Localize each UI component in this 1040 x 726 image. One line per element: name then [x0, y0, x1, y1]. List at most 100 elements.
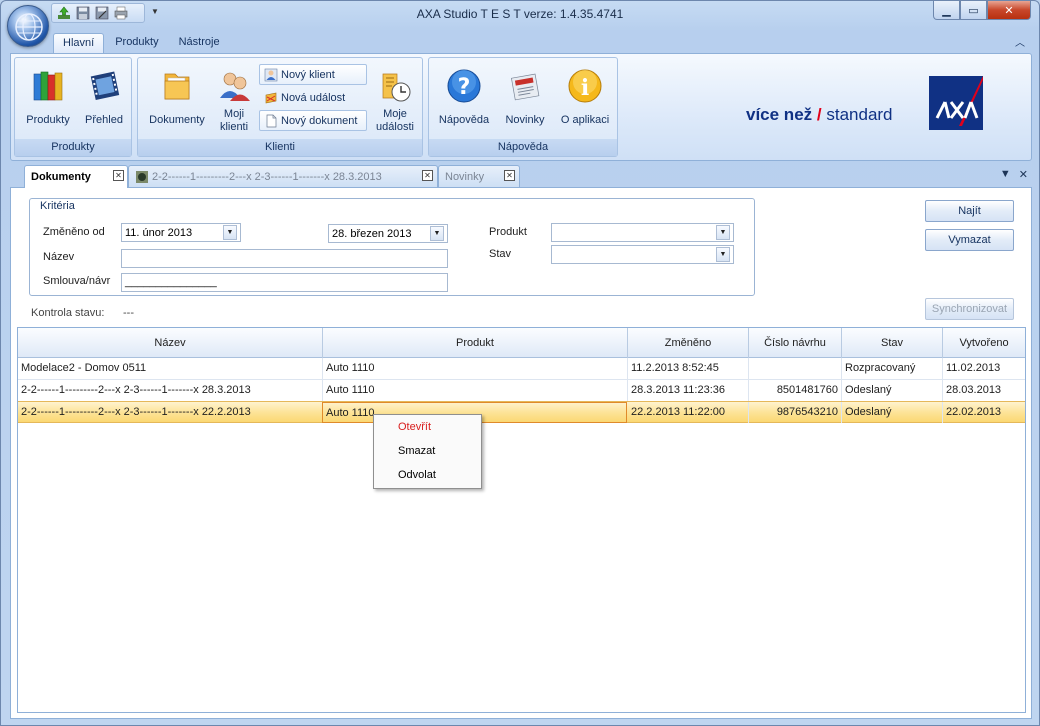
document-tab-icon [136, 170, 148, 183]
chevron-down-icon[interactable]: ▼ [716, 247, 730, 262]
ribbon-tab-nastroje[interactable]: Nástroje [170, 33, 229, 53]
axa-logo [929, 76, 983, 130]
context-menu: Otevřít Smazat Odvolat [373, 414, 482, 489]
sync-button[interactable]: Synchronizovat [925, 298, 1014, 320]
status-check-label: Kontrola stavu: [31, 307, 105, 319]
app-window: ▼ AXA Studio T E S T verze: 1.4.35.4741 … [0, 0, 1040, 726]
novy-klient-label: Nový klient [281, 68, 335, 81]
globe-icon [15, 13, 43, 41]
column-header-number[interactable]: Číslo návrhu [749, 328, 842, 358]
books-icon [33, 71, 63, 101]
svg-text:?: ? [458, 75, 471, 100]
chevron-down-icon[interactable]: ▼ [223, 225, 237, 240]
column-header-state[interactable]: Stav [842, 328, 943, 358]
tab-novinky[interactable]: Novinky ✕ [438, 165, 520, 187]
slogan-slash: / [816, 105, 822, 124]
ribbon-tabs: Hlavní Produkty Nástroje [53, 33, 231, 53]
changed-to-value: 28. březen 2013 [332, 227, 412, 240]
clear-button[interactable]: Vymazat [925, 229, 1014, 251]
close-icon[interactable]: ✕ [113, 170, 124, 181]
ribbon-collapse-icon[interactable]: ︿ [1015, 34, 1025, 49]
product-label: Produkt [489, 226, 527, 238]
moji-klienti-button[interactable]: Moji klienti [212, 62, 256, 134]
table-row[interactable]: Modelace2 - Domov 0511 Auto 1110 11.2.20… [18, 358, 1025, 380]
tab-document-2-label: 2-2------1---------2---x 2-3------1-----… [152, 170, 382, 183]
novy-dokument-button[interactable]: Nový dokument [259, 110, 367, 131]
prehled-button[interactable]: Přehled [79, 62, 129, 127]
menu-item-delete[interactable]: Smazat [374, 439, 481, 463]
tab-novinky-label: Novinky [445, 170, 485, 183]
minimize-button[interactable]: ▁ [933, 1, 960, 20]
ribbon-tab-hlavni[interactable]: Hlavní [53, 33, 105, 53]
tab-tools: ▼ ✕ [1000, 168, 1028, 181]
product-select[interactable]: ▼ [551, 223, 734, 242]
group-label-klienti: Klienti [138, 139, 422, 156]
close-button[interactable]: ✕ [987, 1, 1031, 20]
cell-state: Odeslaný [842, 380, 943, 401]
brand-slogan: více než / standard [746, 105, 893, 125]
column-header-name[interactable]: Název [18, 328, 323, 358]
novy-klient-button[interactable]: Nový klient [259, 64, 367, 85]
documents-grid: Název Produkt Změněno Číslo návrhu Stav … [17, 327, 1026, 713]
cell-number: 8501481760 [749, 380, 842, 401]
close-all-tabs-icon[interactable]: ✕ [1019, 168, 1028, 181]
help-icon: ? [447, 69, 481, 103]
column-header-changed[interactable]: Změněno [628, 328, 749, 358]
state-select[interactable]: ▼ [551, 245, 734, 264]
new-document-icon [266, 114, 277, 127]
novinky-button[interactable]: Novinky [499, 62, 551, 127]
napoveda-button[interactable]: ? Nápověda [435, 62, 493, 127]
cell-state: Rozpracovaný [842, 358, 943, 379]
news-icon [511, 73, 540, 101]
novy-dokument-label: Nový dokument [281, 114, 358, 127]
documents-panel: Kritéria Změněno od 11. únor 2013 ▼ 28. … [10, 187, 1032, 719]
column-header-created[interactable]: Vytvořeno [943, 328, 1025, 358]
o-aplikaci-button-label: O aplikaci [560, 114, 610, 126]
slogan-part2: standard [826, 105, 893, 124]
chevron-down-icon[interactable]: ▼ [716, 225, 730, 240]
tab-list-dropdown-icon[interactable]: ▼ [1000, 168, 1011, 181]
status-check-value: --- [123, 307, 134, 319]
cell-created: 22.02.2013 [946, 406, 1002, 418]
cell-name: 2-2------1---------2---x 2-3------1-----… [18, 380, 323, 401]
dokumenty-button[interactable]: Dokumenty [144, 62, 210, 127]
table-row-selected[interactable]: 2-2------1---------2---x 2-3------1-----… [18, 401, 1025, 423]
table-row[interactable]: 2-2------1---------2---x 2-3------1-----… [18, 380, 1025, 402]
cell-created: 28.03.2013 [946, 384, 1002, 396]
moje-udalosti-button[interactable]: Moje události [370, 62, 420, 134]
contract-input[interactable]: _______________ [121, 273, 448, 292]
maximize-button[interactable]: ▭ [960, 1, 987, 20]
chevron-down-icon[interactable]: ▼ [430, 226, 444, 241]
info-icon: i [568, 69, 602, 103]
produkty-button[interactable]: Produkty [23, 62, 73, 127]
nova-udalost-button[interactable]: Nová událost [259, 87, 367, 108]
o-aplikaci-button[interactable]: i O aplikaci [555, 62, 615, 127]
name-label: Název [43, 251, 75, 263]
cell-state: Odeslaný [842, 402, 943, 423]
tab-dokumenty[interactable]: Dokumenty ✕ [24, 165, 128, 188]
menu-item-open[interactable]: Otevřít [374, 415, 481, 439]
close-icon[interactable]: ✕ [504, 170, 515, 181]
new-user-icon [264, 68, 278, 81]
cell-changed: 28.3.2013 11:23:36 [628, 380, 749, 401]
menu-item-withdraw[interactable]: Odvolat [374, 463, 481, 487]
grid-header: Název Produkt Změněno Číslo návrhu Stav … [18, 328, 1025, 358]
changed-from-date-picker[interactable]: 11. únor 2013 ▼ [121, 223, 241, 242]
close-icon[interactable]: ✕ [422, 170, 433, 181]
cell-number: 9876543210 [749, 402, 842, 423]
name-input[interactable] [121, 249, 448, 268]
cell-product: Auto 1110 [323, 380, 628, 401]
nova-udalost-label: Nová událost [281, 91, 346, 104]
tab-document-2[interactable]: 2-2------1---------2---x 2-3------1-----… [128, 165, 438, 187]
contract-label: Smlouva/návr [43, 275, 111, 287]
folder-icon [164, 73, 190, 100]
svg-text:i: i [581, 75, 589, 101]
ribbon-group-produkty: Produkty Přehled Produkty [14, 57, 132, 157]
find-button[interactable]: Najít [925, 200, 1014, 222]
changed-to-date-picker[interactable]: 28. březen 2013 ▼ [328, 224, 448, 243]
column-header-product[interactable]: Produkt [323, 328, 628, 358]
ribbon-tab-produkty[interactable]: Produkty [106, 33, 167, 53]
moji-klienti-button-label: Moji klienti [219, 108, 249, 133]
document-tabs: Dokumenty ✕ 2-2------1---------2---x 2-3… [10, 163, 1032, 188]
app-menu-orb[interactable] [7, 5, 49, 47]
